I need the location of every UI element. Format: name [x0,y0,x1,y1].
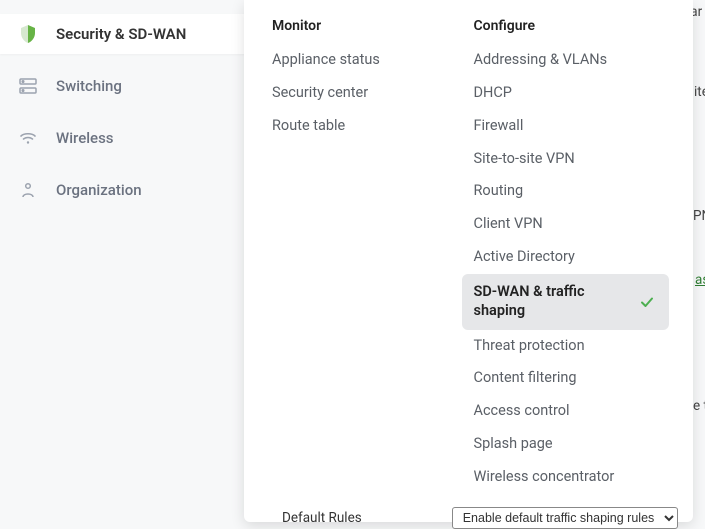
sidebar-item-security-sdwan[interactable]: Security & SD-WAN [0,14,257,54]
sidebar-item-label: Switching [56,77,122,95]
shield-icon [18,24,38,44]
sidebar-item-label: Wireless [56,129,114,147]
bg-fragment-pn: PN [693,208,705,224]
dropdown-col-configure: Configure Addressing & VLANs DHCP Firewa… [474,18,676,494]
menu-item-client-vpn[interactable]: Client VPN [474,208,676,241]
default-rules-select[interactable]: Enable default traffic shaping rules [452,507,678,529]
menu-item-access-control[interactable]: Access control [474,395,676,428]
menu-item-appliance-status[interactable]: Appliance status [272,44,474,77]
default-rules-label: Default Rules [282,510,362,526]
menu-item-splash-page[interactable]: Splash page [474,428,676,461]
sidebar-item-label: Security & SD-WAN [56,25,186,43]
nav-dropdown-panel: Monitor Appliance status Security center… [244,0,693,522]
menu-item-routing[interactable]: Routing [474,175,676,208]
col-header-configure: Configure [474,18,676,34]
menu-item-wireless-concentrator[interactable]: Wireless concentrator [474,461,676,494]
switching-icon [18,76,38,96]
col-header-monitor: Monitor [272,18,474,34]
check-icon [639,294,655,310]
menu-item-threat-protection[interactable]: Threat protection [474,330,676,363]
bg-fragment-et: e t [693,398,705,414]
menu-item-security-center[interactable]: Security center [272,77,474,110]
dropdown-col-monitor: Monitor Appliance status Security center… [272,18,474,494]
menu-item-route-table[interactable]: Route table [272,110,474,143]
wireless-icon [18,128,38,148]
menu-item-sdwan-traffic-shaping[interactable]: SD-WAN & traffic shaping [462,274,670,330]
sidebar: Security & SD-WAN Switching Wireless [0,0,257,516]
sidebar-item-switching[interactable]: Switching [0,66,257,106]
menu-item-site-to-site-vpn[interactable]: Site-to-site VPN [474,143,676,176]
bg-fragment-ite: ite [694,84,705,100]
bg-fragment-link[interactable]: as [695,272,705,288]
menu-item-content-filtering[interactable]: Content filtering [474,362,676,395]
sidebar-item-wireless[interactable]: Wireless [0,118,257,158]
menu-item-label: SD-WAN & traffic shaping [474,283,585,319]
sidebar-item-organization[interactable]: Organization [0,170,257,210]
sidebar-item-label: Organization [56,181,142,199]
menu-item-active-directory[interactable]: Active Directory [474,241,676,274]
menu-item-firewall[interactable]: Firewall [474,110,676,143]
menu-item-addressing-vlans[interactable]: Addressing & VLANs [474,44,676,77]
bottom-row: Default Rules Enable default traffic sha… [282,507,678,529]
menu-item-dhcp[interactable]: DHCP [474,77,676,110]
organization-icon [18,180,38,200]
